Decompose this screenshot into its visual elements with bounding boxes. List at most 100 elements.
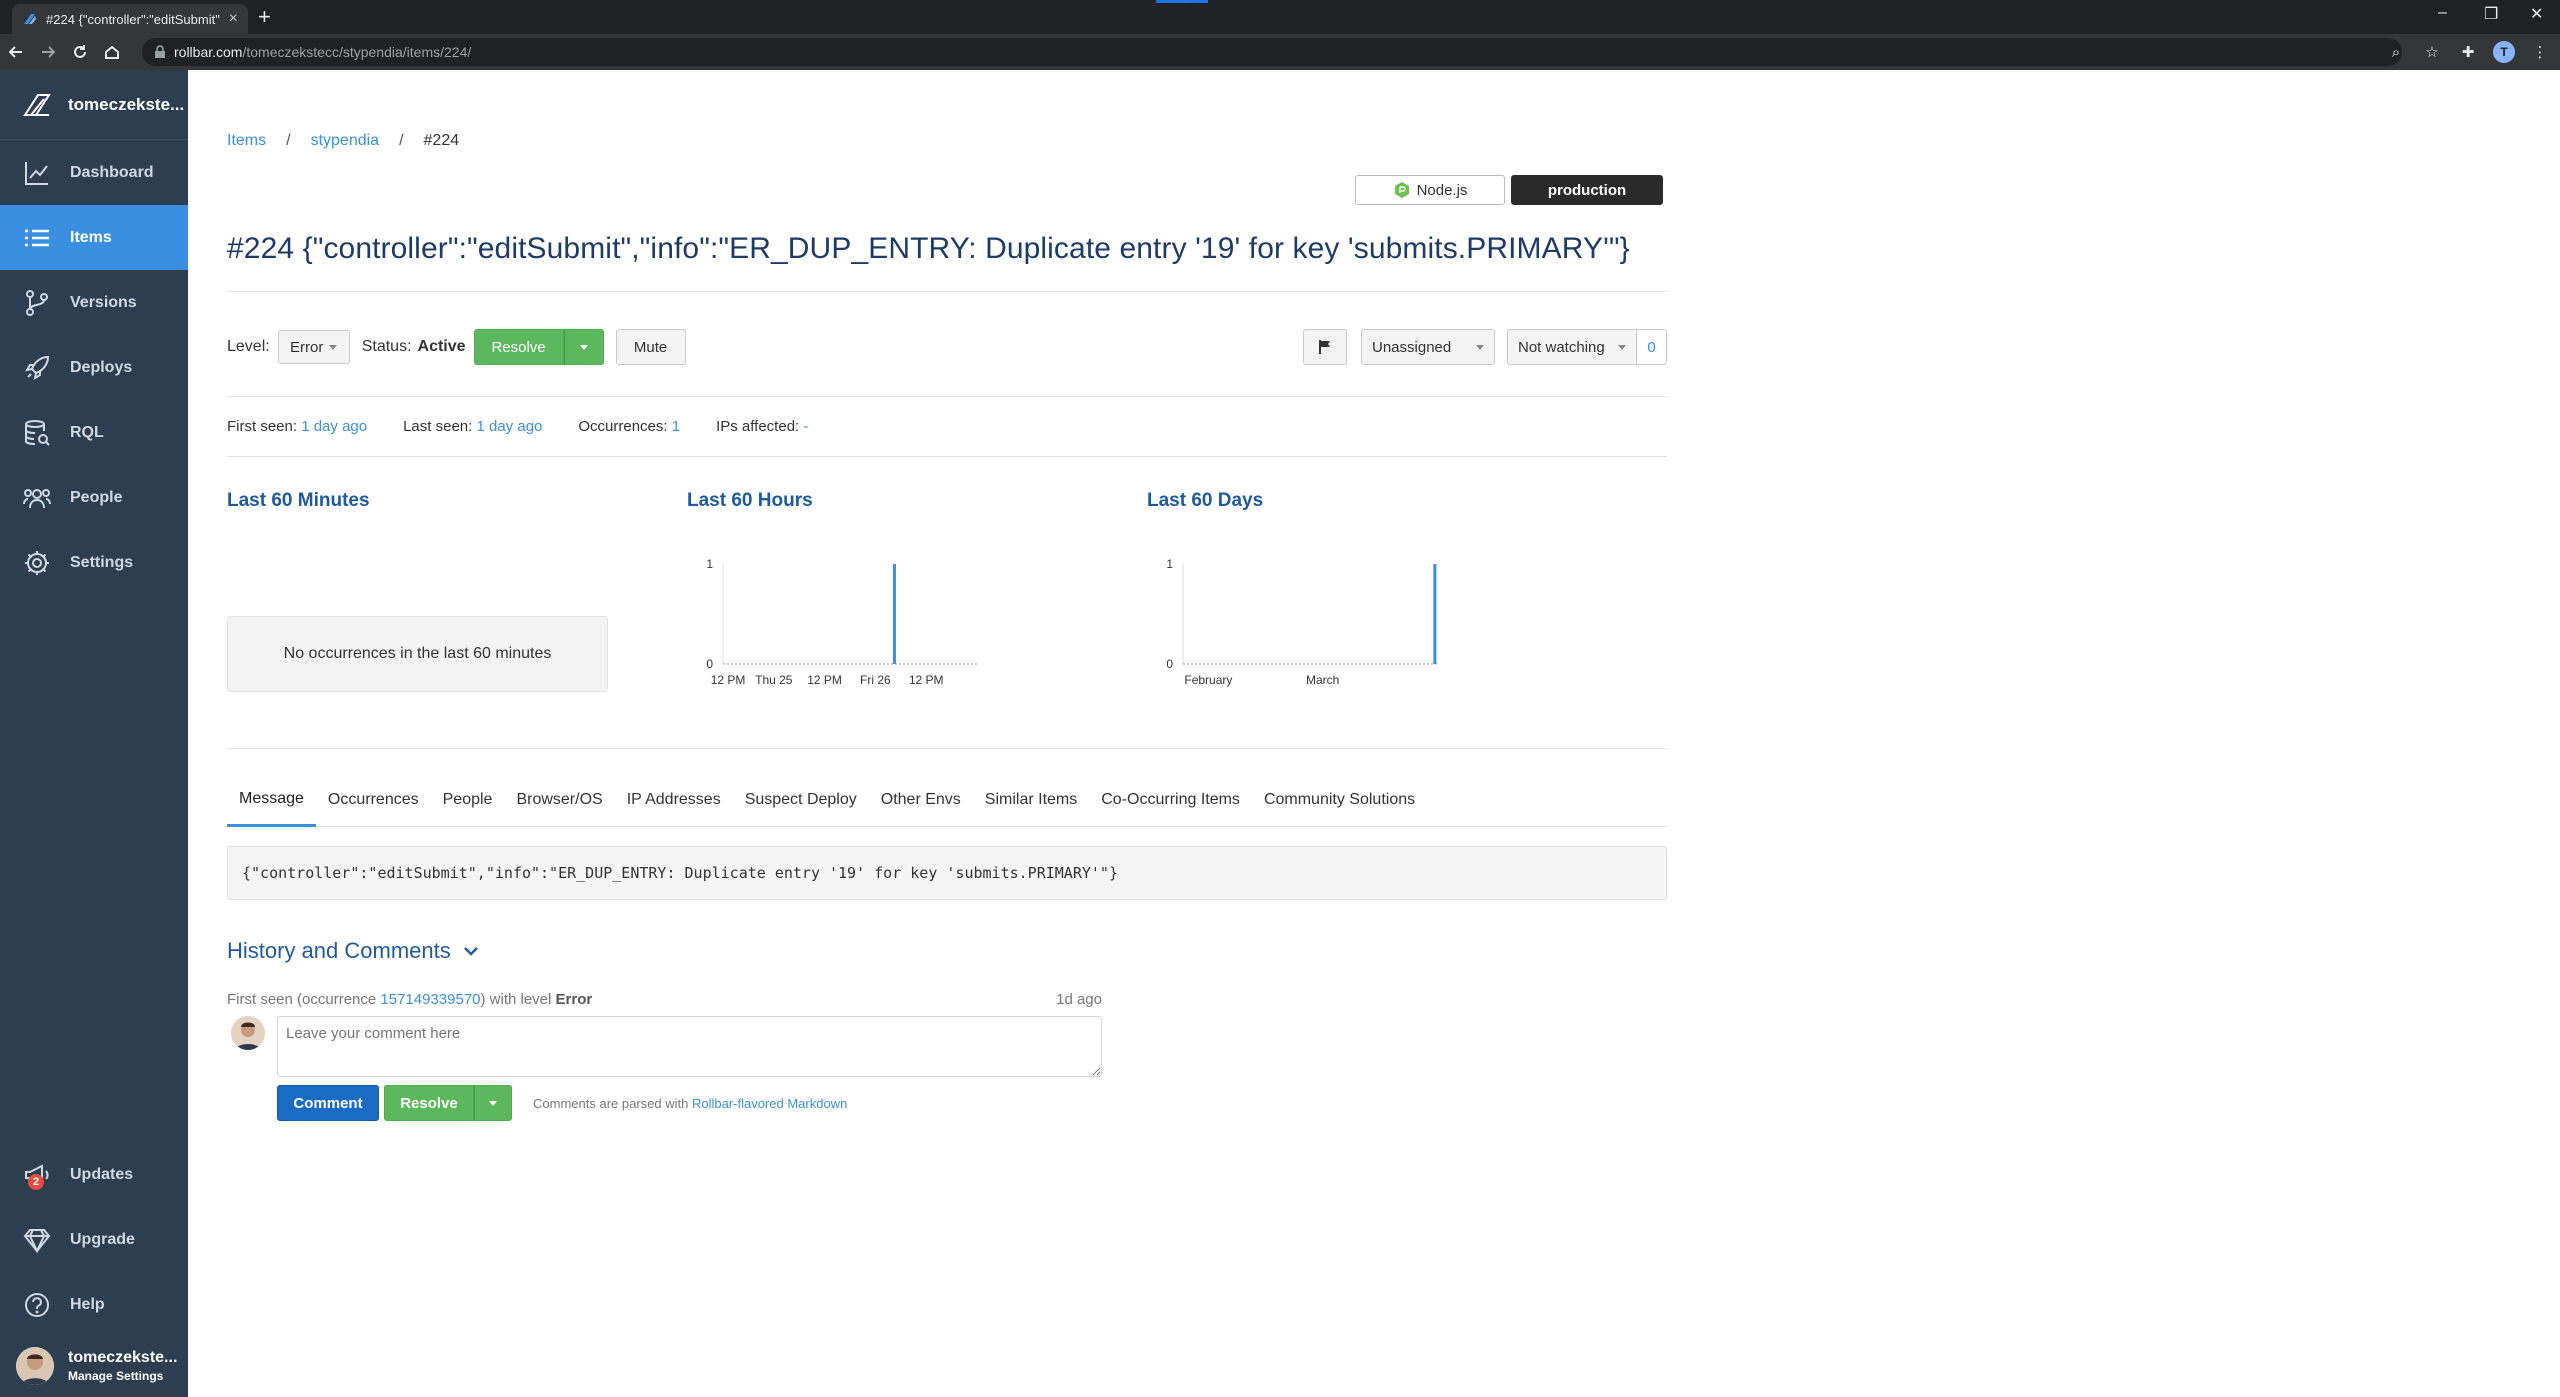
y-tick-label: 0: [706, 657, 713, 671]
sidebar-item-label: Items: [70, 228, 112, 246]
tab-close-icon[interactable]: ×: [229, 11, 238, 27]
sidebar-item-versions[interactable]: Versions: [0, 270, 188, 335]
divider: [227, 748, 1667, 749]
database-search-icon: [25, 419, 50, 446]
tab-message[interactable]: Message: [227, 773, 316, 827]
tab-occurrences[interactable]: Occurrences: [316, 773, 431, 827]
x-tick-label: 12 PM: [807, 673, 842, 687]
chart-bar: [1433, 564, 1437, 664]
rollbar-favicon-icon: [24, 14, 36, 24]
tab-ip-addresses[interactable]: IP Addresses: [615, 773, 733, 827]
comment-resolve-dropdown-toggle[interactable]: [474, 1085, 512, 1121]
extensions-puzzle-icon[interactable]: ✚: [2454, 38, 2482, 66]
tab-co-occurring-items[interactable]: Co-Occurring Items: [1089, 773, 1252, 827]
occurrences-label: Occurrences:: [578, 418, 668, 435]
sidebar-item-upgrade[interactable]: Upgrade: [0, 1207, 188, 1272]
level-select[interactable]: Error: [277, 330, 350, 364]
last-seen-label: Last seen:: [403, 418, 473, 435]
sidebar-item-rql[interactable]: RQL: [0, 400, 188, 465]
mute-button[interactable]: Mute: [615, 329, 686, 365]
breadcrumb-project-link[interactable]: stypendia: [311, 132, 380, 150]
watcher-count[interactable]: 0: [1637, 329, 1667, 365]
breadcrumb-separator: /: [286, 132, 291, 149]
status-label: Status:: [361, 338, 412, 355]
nodejs-icon: [1394, 182, 1409, 198]
tab-accent-line: [1156, 0, 1208, 3]
tab-people[interactable]: People: [431, 773, 505, 827]
back-icon[interactable]: [0, 36, 32, 68]
diamond-icon: [23, 1228, 51, 1253]
history-time: 1d ago: [1056, 991, 1102, 1008]
restore-icon[interactable]: ❐: [2484, 4, 2498, 24]
comment-button[interactable]: Comment: [277, 1085, 379, 1121]
manage-settings-link[interactable]: Manage Settings: [68, 1369, 177, 1383]
zoom-icon[interactable]: ⌕: [2382, 38, 2410, 66]
breadcrumb-current: #224: [423, 132, 460, 149]
divider: [227, 396, 1667, 397]
sidebar-item-label: Updates: [70, 1165, 134, 1183]
profile-avatar[interactable]: T: [2490, 38, 2518, 66]
history-entry-text: First seen (occurrence 157149339570) wit…: [227, 991, 593, 1008]
history-toggle[interactable]: History and Comments: [227, 938, 479, 964]
ips-affected: IPs affected: -: [716, 418, 808, 435]
last-seen-link[interactable]: 1 day ago: [476, 418, 542, 435]
avatar: [16, 1347, 54, 1385]
breadcrumb-items-link[interactable]: Items: [227, 132, 266, 150]
window-close-icon[interactable]: ✕: [2530, 4, 2543, 24]
address-bar[interactable]: rollbar.com/tomeczekstecc/stypendia/item…: [142, 38, 2402, 66]
user-menu[interactable]: tomeczekste... Manage Settings: [0, 1335, 188, 1397]
sidebar-item-dashboard[interactable]: Dashboard: [0, 140, 188, 205]
ips-affected-label: IPs affected:: [716, 418, 800, 435]
occurrences-link[interactable]: 1: [672, 418, 680, 435]
resolve-dropdown-toggle[interactable]: [563, 329, 604, 365]
tab-community-solutions[interactable]: Community Solutions: [1252, 773, 1427, 827]
resolve-button[interactable]: Resolve: [473, 329, 564, 365]
comment-input[interactable]: [277, 1016, 1102, 1077]
markdown-link[interactable]: Rollbar-flavored Markdown: [692, 1096, 847, 1111]
sidebar-item-settings[interactable]: Settings: [0, 530, 188, 595]
user-name: tomeczekste...: [68, 1349, 178, 1366]
no-occurrences-box: No occurrences in the last 60 minutes: [227, 616, 608, 692]
brand[interactable]: tomeczekste...: [0, 70, 188, 140]
first-seen-link[interactable]: 1 day ago: [301, 418, 367, 435]
home-icon[interactable]: [96, 36, 128, 68]
new-tab-icon[interactable]: +: [258, 6, 271, 28]
bookmark-star-icon[interactable]: ☆: [2418, 38, 2446, 66]
tab-other-envs[interactable]: Other Envs: [869, 773, 973, 827]
rollbar-logo-icon: [23, 93, 51, 116]
sidebar-item-label: Help: [70, 1295, 105, 1313]
item-stats: First seen: 1 day ago Last seen: 1 day a…: [227, 418, 808, 435]
history-title: History and Comments: [227, 938, 451, 963]
flag-button[interactable]: [1303, 329, 1347, 365]
sidebar-item-updates[interactable]: 2 Updates: [0, 1142, 188, 1207]
tab-suspect-deploy[interactable]: Suspect Deploy: [733, 773, 869, 827]
occurrence-link[interactable]: 157149339570: [380, 991, 480, 1008]
environment-badge[interactable]: production: [1511, 175, 1663, 205]
tab-browser-os[interactable]: Browser/OS: [504, 773, 614, 827]
tab-similar-items[interactable]: Similar Items: [973, 773, 1089, 827]
browser-tab[interactable]: #224 {"controller":"editSubmit","i ×: [12, 4, 248, 34]
chrome-menu-icon[interactable]: ⋮: [2526, 38, 2554, 66]
breadcrumb: Items / stypendia / #224: [227, 132, 459, 150]
sidebar-item-people[interactable]: People: [0, 465, 188, 530]
chart-title-minutes: Last 60 Minutes: [227, 490, 370, 511]
browser-toolbar: rollbar.com/tomeczekstecc/stypendia/item…: [0, 34, 2560, 70]
list-icon: [25, 229, 49, 246]
sidebar-item-help[interactable]: Help: [0, 1272, 188, 1337]
minimize-icon[interactable]: –: [2438, 4, 2447, 22]
days-chart: 0 1 February March: [1166, 557, 1437, 687]
chart-title-days: Last 60 Days: [1147, 490, 1264, 511]
ips-affected-link[interactable]: -: [803, 418, 808, 435]
chart-line-icon: [25, 161, 48, 185]
last-seen: Last seen: 1 day ago: [403, 418, 542, 435]
reload-icon[interactable]: [64, 36, 96, 68]
first-seen-label: First seen:: [227, 418, 298, 435]
comment-resolve-button[interactable]: Resolve: [384, 1085, 474, 1121]
watching-select[interactable]: Not watching: [1507, 329, 1637, 365]
sidebar-item-label: Versions: [70, 293, 137, 311]
sidebar-item-deploys[interactable]: Deploys: [0, 335, 188, 400]
sidebar-item-items[interactable]: Items: [0, 205, 188, 270]
forward-icon[interactable]: [32, 36, 64, 68]
assignee-select[interactable]: Unassigned: [1361, 329, 1495, 365]
x-tick-label: 12 PM: [711, 673, 746, 687]
